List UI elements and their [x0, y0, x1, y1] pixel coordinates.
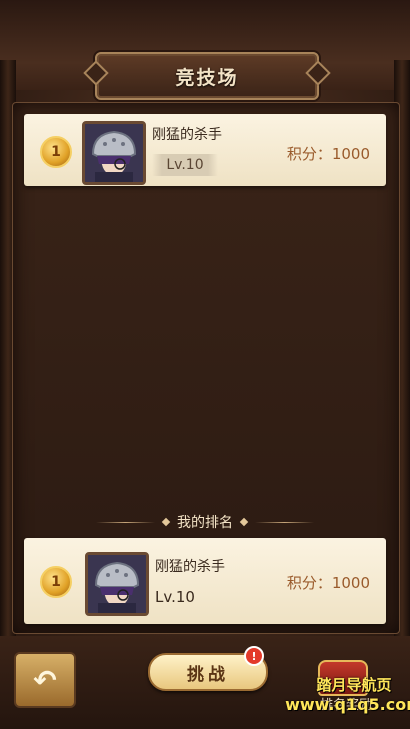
- back-arrow-icon: ↶: [33, 663, 57, 697]
- my-ranking-label: 我的排名: [177, 515, 233, 531]
- alert-badge: !: [244, 646, 264, 666]
- my-name: 刚猛的杀手: [155, 559, 225, 575]
- title-plate: 竞技场: [95, 52, 319, 100]
- helmet-knight-icon: [88, 555, 146, 613]
- my-score: 积分：1000: [286, 574, 370, 592]
- helmet-knight-icon: [85, 124, 143, 182]
- page-title: 竞技场: [175, 66, 239, 89]
- diamond-ornament-icon: [239, 517, 249, 527]
- my-level: Lv.10: [155, 588, 195, 606]
- diamond-ornament-icon: [161, 517, 171, 527]
- divider-line: [255, 521, 314, 523]
- player-score: 积分：1000: [286, 145, 370, 163]
- player-avatar[interactable]: [82, 121, 146, 185]
- my-ranking-divider: 我的排名: [96, 512, 314, 532]
- back-button[interactable]: ↶: [14, 652, 76, 708]
- watermark: 踏月导航页 www.q1q5.com: [285, 674, 410, 714]
- rank-medal-icon: 1: [40, 136, 72, 168]
- my-ranking-card[interactable]: 1 刚猛的杀手 Lv.10 积分：1000: [24, 538, 386, 624]
- divider-line: [96, 521, 155, 523]
- rank-medal-icon: 1: [40, 566, 72, 598]
- player-level: Lv.10: [152, 154, 218, 176]
- watermark-line1: 踏月导航页: [316, 676, 392, 694]
- leaderboard-row[interactable]: 1 刚猛的杀手 Lv.10 积分：1000: [24, 114, 386, 186]
- player-name: 刚猛的杀手: [152, 127, 222, 143]
- my-avatar[interactable]: [85, 552, 149, 616]
- watermark-line2: www.q1q5.com: [285, 695, 410, 714]
